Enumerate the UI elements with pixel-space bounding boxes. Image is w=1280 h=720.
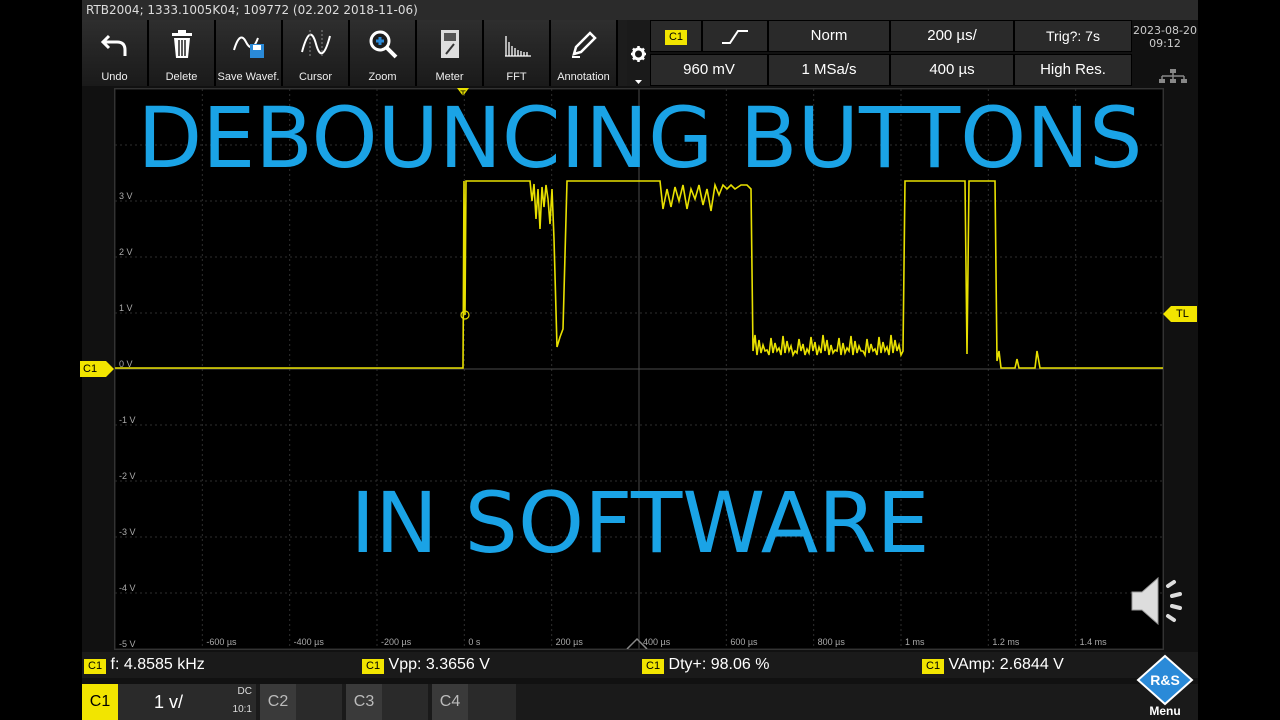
save-waveform-button[interactable]: Save Wavef. <box>216 20 283 86</box>
measurement-frequency[interactable]: C1 f: 4.8585 kHz <box>84 656 205 674</box>
channel-1-offset-marker[interactable]: C1 <box>80 361 114 377</box>
undo-button[interactable]: Undo <box>82 20 149 86</box>
channel-1-scale: 1 v/ <box>154 692 184 712</box>
speaker-icon[interactable] <box>1128 572 1192 630</box>
y-tick-label: 2 V <box>119 247 133 257</box>
channel-1-settings[interactable]: 1 v/ DC 10:1 <box>118 684 256 720</box>
save-waveform-icon <box>216 28 281 60</box>
settings-button[interactable] <box>627 20 650 86</box>
measurement-duty-cycle[interactable]: C1 Dty+: 98.06 % <box>642 656 769 674</box>
toolbar: Undo Delete Save Wavef. Cursor Zoom Mete… <box>82 20 650 86</box>
x-tick-label: -600 µs <box>206 637 237 647</box>
y-tick-label: -4 V <box>119 583 136 593</box>
menu-label: Menu <box>1149 704 1181 718</box>
channel-4-button[interactable]: C4 <box>432 684 468 720</box>
network-icon <box>1159 69 1187 83</box>
trigger-mode[interactable]: Norm <box>768 20 890 52</box>
measurement-value: Dty+: 98.06 % <box>668 656 770 673</box>
x-tick-label: 400 µs <box>643 637 671 647</box>
measurement-amplitude[interactable]: C1 VAmp: 2.6844 V <box>922 656 1064 674</box>
trigger-level[interactable]: 960 mV <box>650 54 768 86</box>
x-tick-label: 1 ms <box>905 637 925 647</box>
x-tick-label: 600 µs <box>730 637 758 647</box>
y-tick-label: -5 V <box>119 639 136 649</box>
x-tick-label: -200 µs <box>381 637 412 647</box>
delete-icon <box>149 28 214 60</box>
overlay-title-line-2: IN SOFTWARE <box>350 474 930 572</box>
measurement-source-badge: C1 <box>362 659 385 674</box>
x-tick-label: 0 s <box>468 637 481 647</box>
fft-button[interactable]: FFT <box>484 20 551 86</box>
gear-icon <box>631 46 646 84</box>
measurement-bar: C1 f: 4.8585 kHz C1 Vpp: 3.3656 V C1 Dty… <box>82 652 1198 678</box>
channel-4-settings[interactable] <box>468 684 516 720</box>
channel-3-button[interactable]: C3 <box>346 684 382 720</box>
measurement-value: Vpp: 3.3656 V <box>388 656 490 673</box>
trigger-slope[interactable] <box>702 20 768 52</box>
cursor-label: Cursor <box>298 71 332 83</box>
save-waveform-label: Save Wavef. <box>217 71 280 83</box>
rising-edge-icon <box>722 30 748 44</box>
measurement-source-badge: C1 <box>642 659 665 674</box>
measurement-value: VAmp: 2.6844 V <box>948 656 1064 673</box>
y-tick-label: -1 V <box>119 415 136 425</box>
acquisition-mode[interactable]: High Res. <box>1014 54 1132 86</box>
title-bar: RTB2004; 1333.1005K04; 109772 (02.202 20… <box>82 0 1198 20</box>
channel-3-settings[interactable] <box>382 684 428 720</box>
date-time: 2023-08-20 09:12 <box>1132 20 1198 70</box>
sample-rate: 1 MSa/s <box>768 54 890 86</box>
meter-icon <box>417 28 482 60</box>
measurement-value: f: 4.8585 kHz <box>110 656 205 673</box>
trigger-status: Trig?: 7s <box>1014 20 1132 52</box>
annotation-icon <box>551 28 616 60</box>
meter-button[interactable]: Meter <box>417 20 484 86</box>
y-axis-labels: 3 V2 V1 V0 V-1 V-2 V-3 V-4 V-5 V <box>119 191 136 649</box>
meter-label: Meter <box>435 71 464 83</box>
x-tick-label: 800 µs <box>818 637 846 647</box>
delete-button[interactable]: Delete <box>149 20 216 86</box>
undo-label: Undo <box>101 71 128 83</box>
cursor-icon <box>283 28 348 60</box>
fft-label: FFT <box>506 71 527 83</box>
cursor-button[interactable]: Cursor <box>283 20 350 86</box>
channel-2-settings[interactable] <box>296 684 342 720</box>
zoom-button[interactable]: Zoom <box>350 20 417 86</box>
time: 09:12 <box>1149 37 1181 50</box>
measurement-source-badge: C1 <box>922 659 945 674</box>
trigger-level-marker[interactable]: TL <box>1163 306 1197 322</box>
channel-1-button[interactable]: C1 <box>82 684 118 720</box>
fft-icon <box>484 28 549 60</box>
x-tick-label: -400 µs <box>294 637 325 647</box>
measurement-vpp[interactable]: C1 Vpp: 3.3656 V <box>362 656 490 674</box>
zoom-label: Zoom <box>368 71 397 83</box>
acquisition-info-panel: C1 Norm 200 µs/ Trig?: 7s 960 mV 1 MSa/s… <box>650 20 1198 86</box>
measurement-source-badge: C1 <box>84 659 107 674</box>
x-tick-label: 1.4 ms <box>1080 637 1108 647</box>
y-tick-label: 3 V <box>119 191 133 201</box>
zoom-icon <box>350 28 415 60</box>
trigger-level-label: TL <box>1176 308 1189 320</box>
channel-1-coupling: DC <box>237 686 252 697</box>
date: 2023-08-20 <box>1133 24 1197 37</box>
x-tick-label: 200 µs <box>556 637 584 647</box>
x-axis-labels: -600 µs -400 µs -200 µs 0 s 200 µs 400 µs 600 … <box>206 637 1107 647</box>
x-tick-label: 1.2 ms <box>992 637 1020 647</box>
svg-text:R&S: R&S <box>1150 672 1180 688</box>
channel-2-button[interactable]: C2 <box>260 684 296 720</box>
channel-1-offset-label: C1 <box>83 363 98 375</box>
timebase[interactable]: 200 µs/ <box>890 20 1014 52</box>
acquisition-time: 400 µs <box>890 54 1014 86</box>
channel-bar: C1 1 v/ DC 10:1 C2 C3 C4 <box>82 684 1198 720</box>
trigger-source[interactable]: C1 <box>650 20 702 52</box>
y-tick-label: 1 V <box>119 303 133 313</box>
undo-icon <box>82 28 147 60</box>
channel-1-probe: 10:1 <box>232 704 252 715</box>
rohde-schwarz-logo: R&S <box>1136 654 1194 706</box>
annotation-label: Annotation <box>557 71 610 83</box>
delete-label: Delete <box>165 71 198 83</box>
trigger-source-badge: C1 <box>664 30 688 45</box>
annotation-button[interactable]: Annotation <box>551 20 618 86</box>
overlay-title-line-1: DEBOUNCING BUTTONS <box>137 89 1143 187</box>
menu-button[interactable]: R&S Menu <box>1136 654 1194 720</box>
